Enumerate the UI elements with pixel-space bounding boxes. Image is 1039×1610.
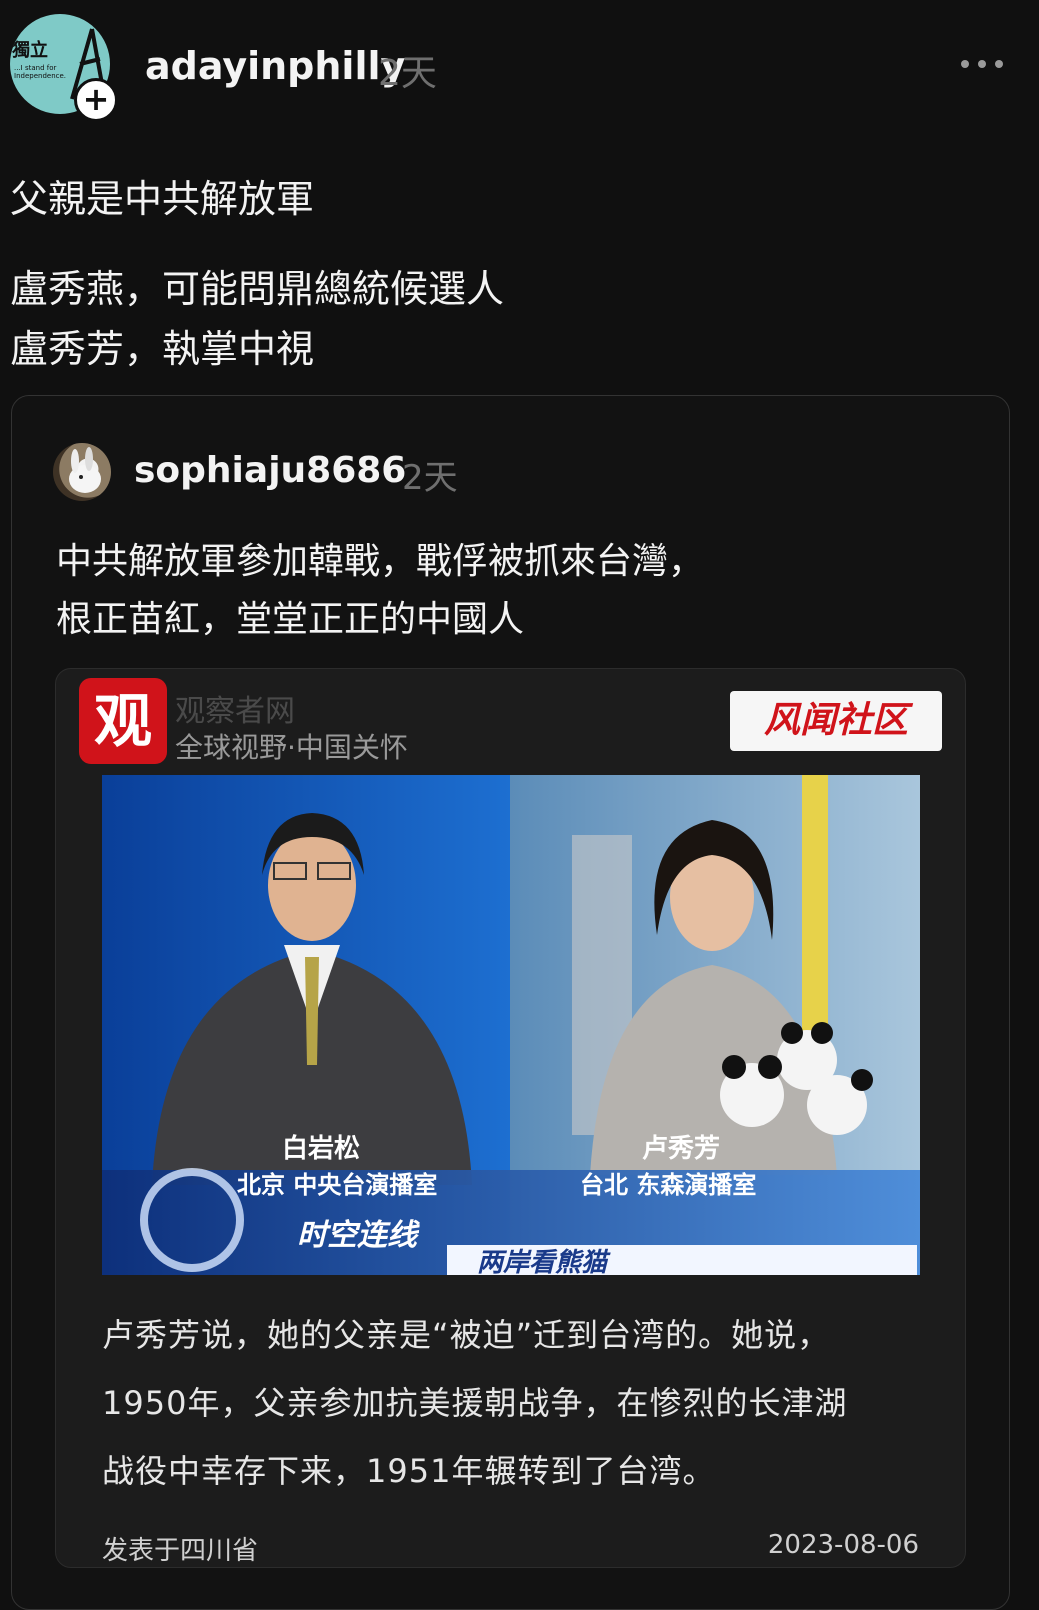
post-time: 2天	[378, 53, 437, 94]
news-photo: 白岩松 北京 中央台演播室 卢秀芳 台北 东森演播室 时空连线 两岸看熊猫	[102, 775, 920, 1275]
embed-text-line-1: 卢秀芳说，她的父亲是“被迫”迁到台湾的。她说，	[102, 1316, 831, 1354]
quoted-text-line-1: 中共解放軍參加韓戰，戰俘被抓來台灣，	[56, 541, 705, 582]
left-anchor-location: 北京 中央台演播室	[237, 1171, 437, 1199]
embed-date: 2023-08-06	[767, 1530, 919, 1560]
quoted-post-time: 2天	[402, 458, 458, 498]
embed-text-line-3: 战役中幸存下来，1951年辗转到了台湾。	[102, 1452, 716, 1490]
embed-location: 发表于四川省	[102, 1536, 259, 1566]
post-text-line-2: 盧秀燕，可能問鼎總統候選人	[10, 267, 505, 311]
guancha-logo: 观	[79, 678, 167, 764]
right-anchor-location: 台北 东森演播室	[580, 1171, 756, 1199]
quoted-text-line-2: 根正苗紅，堂堂正正的中國人	[56, 599, 525, 640]
avatar-logo-text: 獨立	[12, 40, 48, 61]
quoted-author-avatar[interactable]	[53, 443, 111, 501]
embed-text-line-2: 1950年，父亲参加抗美援朝战争，在惨烈的长津湖	[102, 1384, 848, 1422]
author-username[interactable]: adayinphilly	[145, 44, 405, 88]
quoted-username[interactable]: sophiaju8686	[134, 450, 406, 491]
left-anchor-name: 白岩松	[282, 1133, 360, 1164]
embed-site-name: 观察者网	[175, 694, 295, 729]
more-options-icon[interactable]	[961, 52, 1003, 76]
banner-subtitle: 两岸看熊猫	[477, 1248, 611, 1275]
banner-title: 时空连线	[297, 1218, 421, 1253]
rabbit-avatar-icon	[69, 447, 101, 493]
fengwen-badge: 风闻社区	[730, 691, 942, 751]
embed-slogan: 全球视野·中国关怀	[175, 731, 408, 764]
post-text-line-3: 盧秀芳，執掌中視	[10, 327, 315, 371]
news-broadcast-image: 白岩松 北京 中央台演播室 卢秀芳 台北 东森演播室 时空连线 两岸看熊猫	[102, 775, 920, 1275]
follow-plus-icon[interactable]: +	[74, 78, 118, 122]
right-anchor-name: 卢秀芳	[642, 1134, 720, 1164]
post-text-line-1: 父親是中共解放軍	[10, 177, 315, 221]
